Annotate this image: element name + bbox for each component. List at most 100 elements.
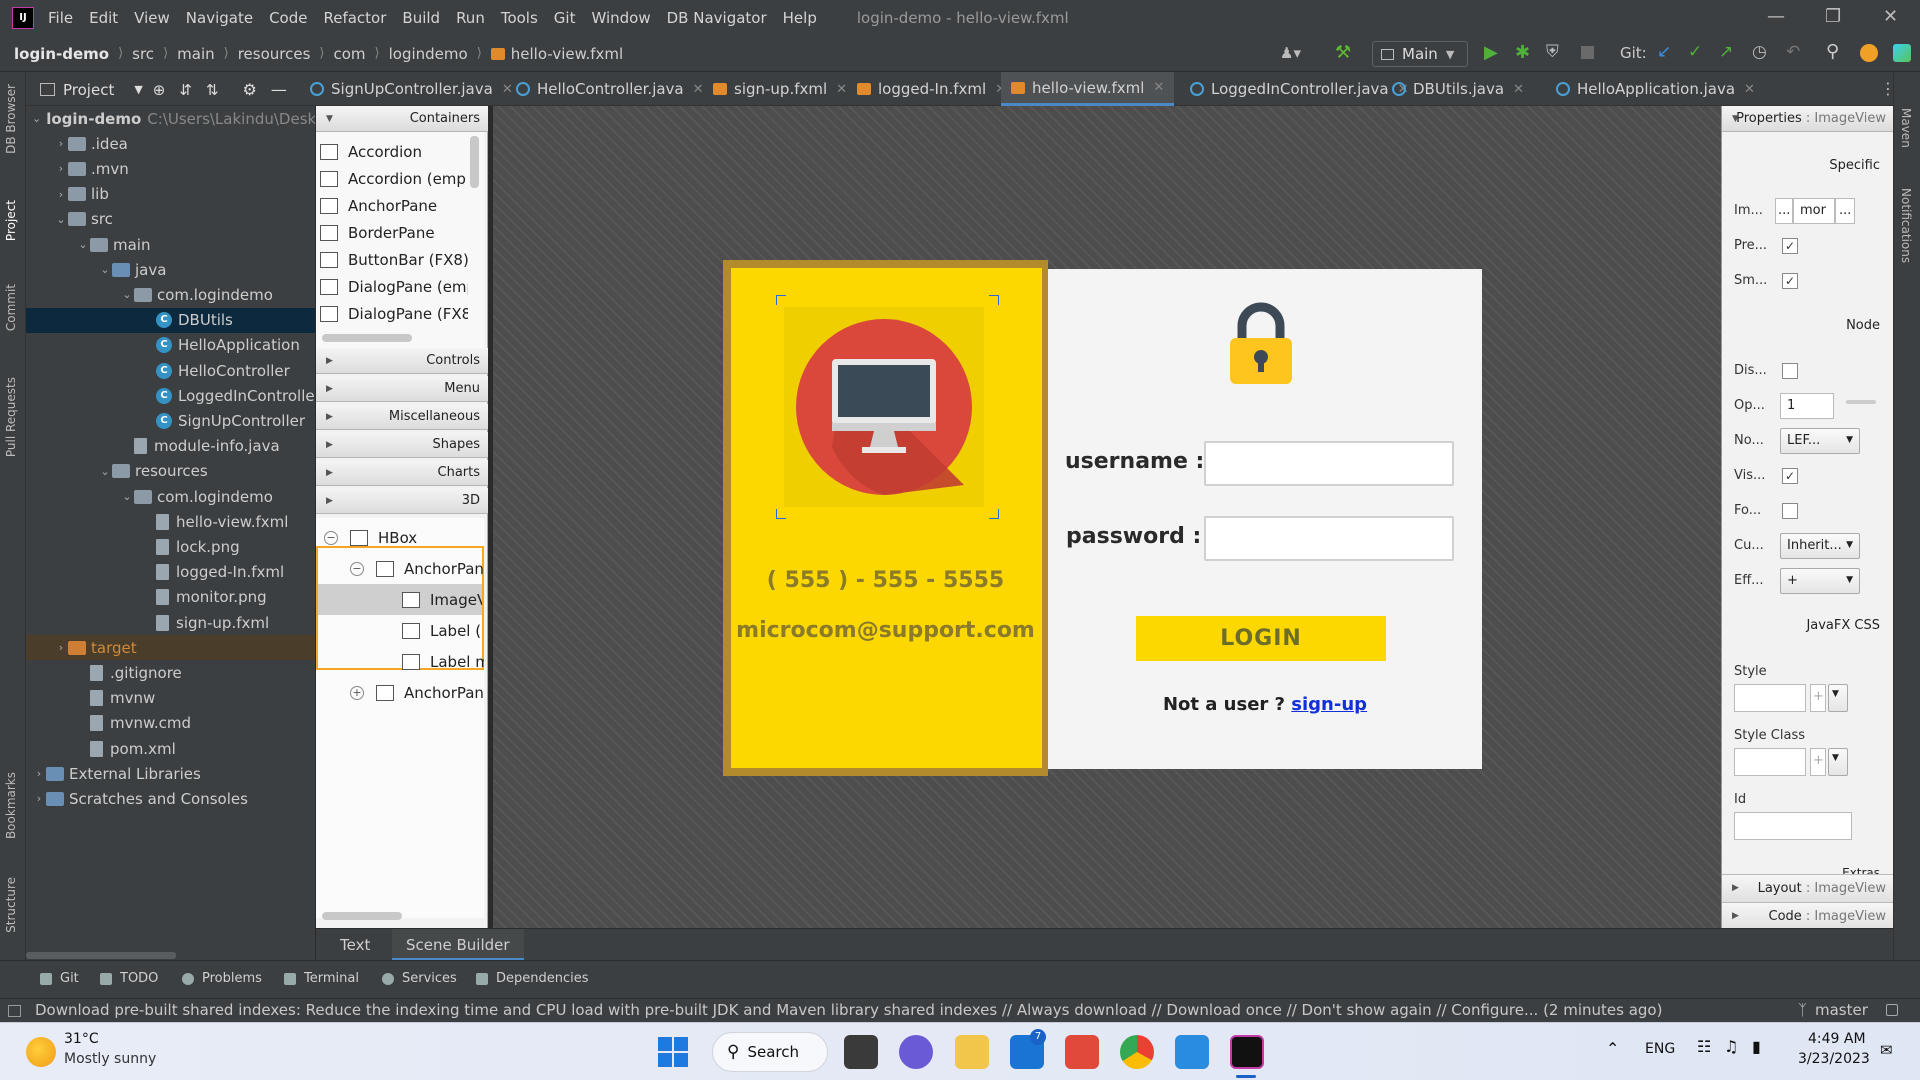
chevron-down-icon[interactable]: ⌄ <box>98 465 112 478</box>
tree-item[interactable]: sign-up.fxml <box>26 610 315 635</box>
debug-icon[interactable]: ✱ <box>1515 42 1530 63</box>
tree-item[interactable]: ⌄ src <box>26 207 315 232</box>
menu-db-navigator[interactable]: DB Navigator <box>667 9 767 27</box>
property-value-field[interactable]: 1 <box>1780 393 1834 419</box>
hierarchy-item[interactable]: Label micr <box>376 646 484 677</box>
tree-item[interactable]: C HelloController <box>26 358 315 383</box>
tree-item[interactable]: C SignUpController <box>26 408 315 433</box>
tree-item[interactable]: C LoggedInControlle <box>26 383 315 408</box>
terminal-tool-button[interactable]: Terminal <box>284 971 359 986</box>
close-icon[interactable]: ✕ <box>1883 6 1898 27</box>
chat-icon[interactable] <box>899 1035 933 1069</box>
plugin-icon[interactable] <box>1893 44 1911 62</box>
gear-icon[interactable]: ⚙ <box>243 80 257 99</box>
restore-icon[interactable]: ❐ <box>1825 6 1841 27</box>
commit-tool-tab[interactable]: Commit <box>4 284 18 331</box>
dependencies-tool-button[interactable]: Dependencies <box>476 971 589 986</box>
property-checkbox[interactable] <box>1782 363 1798 379</box>
wifi-icon[interactable]: ☷ <box>1697 1037 1711 1056</box>
collapse-all-icon[interactable]: ⇅ <box>206 81 219 99</box>
library-item[interactable]: Accordion (emp <box>320 165 468 192</box>
close-tab-icon[interactable]: ✕ <box>1513 82 1524 97</box>
tree-item[interactable]: ⌄ com.logindemo <box>26 484 315 509</box>
library-section-menu[interactable]: ▶ Menu <box>316 376 488 402</box>
library-item[interactable]: DialogPane (FX8 <box>320 300 468 327</box>
lock-icon[interactable] <box>1228 302 1294 386</box>
tree-item[interactable]: ⌄ java <box>26 257 315 282</box>
tree-item[interactable]: › lib <box>26 182 315 207</box>
menu-code[interactable]: Code <box>269 9 307 27</box>
chevron-right-icon[interactable]: › <box>32 792 46 805</box>
menu-navigate[interactable]: Navigate <box>186 9 253 27</box>
weather-temperature[interactable]: 31°C <box>64 1031 99 1047</box>
tree-item[interactable]: monitor.png <box>26 585 315 610</box>
windows-start-icon[interactable] <box>658 1037 688 1067</box>
breadcrumb-com[interactable]: com <box>333 45 365 63</box>
lock-status-icon[interactable] <box>1886 1004 1898 1016</box>
library-section-shapes[interactable]: ▶ Shapes <box>316 432 488 458</box>
status-message[interactable]: Download pre-built shared indexes: Reduc… <box>35 999 1662 1022</box>
library-item[interactable]: BorderPane <box>320 219 468 246</box>
left-brand-pane[interactable]: ( 555 ) - 555 - 5555 microcom@support.co… <box>723 260 1048 776</box>
property-checkbox[interactable]: ✓ <box>1782 273 1798 289</box>
tab-text[interactable]: Text <box>328 929 382 961</box>
search-icon[interactable]: ⚲ <box>1826 41 1839 62</box>
tree-item[interactable]: › Scratches and Consoles <box>26 786 315 811</box>
tree-item[interactable]: pom.xml <box>26 736 315 761</box>
tree-item[interactable]: mvnw.cmd <box>26 711 315 736</box>
weather-sun-icon[interactable] <box>26 1037 56 1067</box>
tree-item[interactable]: › .mvn <box>26 156 315 181</box>
selection-handle[interactable] <box>989 509 999 519</box>
battery-icon[interactable]: ▮ <box>1752 1037 1761 1056</box>
breadcrumb-resources[interactable]: resources <box>238 45 311 63</box>
menu-help[interactable]: Help <box>783 9 817 27</box>
chevron-down-icon[interactable]: ⌄ <box>76 238 90 251</box>
hierarchy-item[interactable]: − AnchorPane <box>350 553 484 584</box>
menu-build[interactable]: Build <box>402 9 440 27</box>
chevron-down-icon[interactable]: ⌄ <box>98 263 112 276</box>
todo-tool-button[interactable]: TODO <box>100 971 158 986</box>
intellij-taskbar-icon[interactable] <box>1230 1035 1264 1069</box>
tree-item[interactable]: › External Libraries <box>26 761 315 786</box>
clock-date[interactable]: 3/23/2023 <box>1798 1051 1870 1067</box>
structure-tab[interactable]: Structure <box>4 877 18 933</box>
chevron-right-icon[interactable]: › <box>54 641 68 654</box>
tree-hscrollbar[interactable] <box>26 952 176 959</box>
maven-tab[interactable]: Maven <box>1899 108 1913 148</box>
tab-hello-view-fxml[interactable]: hello-view.fxml ✕ <box>1001 72 1175 106</box>
property-dropdown[interactable]: + ▼ <box>1780 568 1860 594</box>
git-tool-button[interactable]: Git <box>40 971 79 986</box>
selection-handle[interactable] <box>989 295 999 305</box>
menu-run[interactable]: Run <box>456 9 485 27</box>
tree-item[interactable]: module-info.java <box>26 434 315 459</box>
tree-item[interactable]: ⌄ resources <box>26 459 315 484</box>
coverage-icon[interactable]: ⛨ <box>1546 42 1559 62</box>
chevron-down-icon[interactable]: ⌄ <box>120 490 134 503</box>
run-icon[interactable]: ▶ <box>1484 42 1498 63</box>
monitor-image[interactable] <box>776 295 999 519</box>
style-class-add-button[interactable]: + <box>1810 748 1826 776</box>
property-dropdown[interactable]: Inherit... ▼ <box>1780 533 1860 559</box>
tree-item[interactable]: logged-In.fxml <box>26 560 315 585</box>
notification-bell-icon[interactable]: ✉ <box>1880 1041 1893 1059</box>
close-tab-icon[interactable]: ✕ <box>1153 80 1164 95</box>
containers-scrollbar[interactable] <box>470 136 479 188</box>
style-class-menu-button[interactable]: ▼ <box>1828 748 1848 776</box>
breadcrumb-project[interactable]: login-demo <box>14 45 109 63</box>
code-section-header[interactable]: ▶ Code : ImageView <box>1722 902 1894 930</box>
problems-tool-button[interactable]: Problems <box>182 971 262 986</box>
project-tool-tab[interactable]: Project <box>4 200 18 241</box>
library-section-charts[interactable]: ▶ Charts <box>316 460 488 486</box>
breadcrumb-src[interactable]: src <box>132 45 154 63</box>
todoist-icon[interactable] <box>1065 1035 1099 1069</box>
password-field[interactable] <box>1204 516 1454 561</box>
project-panel-title[interactable]: Project <box>63 81 114 99</box>
clock-time[interactable]: 4:49 AM <box>1808 1031 1866 1047</box>
update-icon[interactable] <box>1860 44 1878 62</box>
style-add-button[interactable]: + <box>1810 684 1826 712</box>
git-commit-icon[interactable]: ✓ <box>1688 42 1702 62</box>
tree-item[interactable]: › .idea <box>26 131 315 156</box>
tree-item[interactable]: hello-view.fxml <box>26 509 315 534</box>
task-view-icon[interactable] <box>844 1035 878 1069</box>
tree-item[interactable]: C DBUtils <box>26 307 315 333</box>
